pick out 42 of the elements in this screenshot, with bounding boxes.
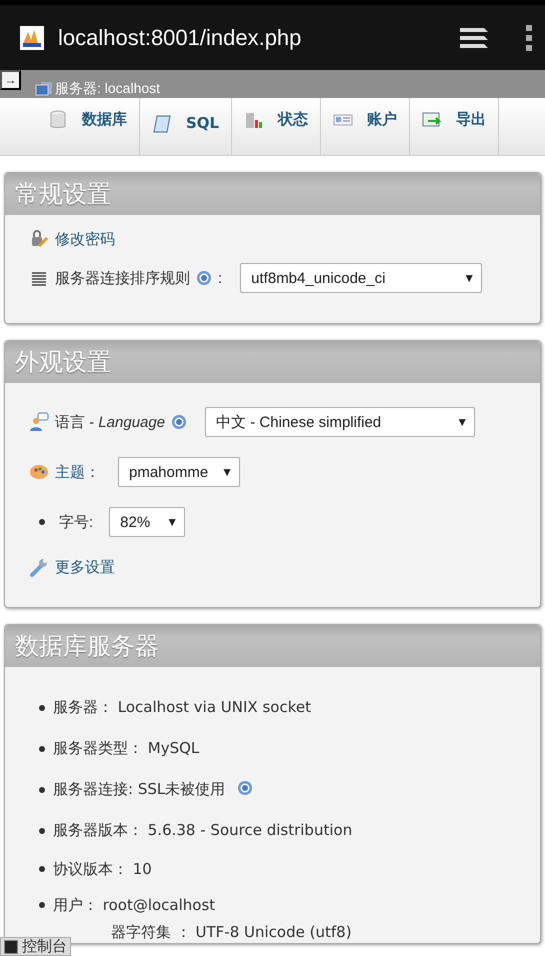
- panel-title: 外观设置: [5, 341, 540, 383]
- tab[interactable]: SQL: [140, 98, 232, 155]
- database-icon: [48, 110, 68, 130]
- tab[interactable]: 账户: [321, 98, 410, 155]
- help-icon[interactable]: [196, 270, 212, 286]
- dropdown[interactable]: 中文 - Chinese simplified ▼: [205, 407, 476, 437]
- dropdown[interactable]: pmahomme ▼: [118, 457, 240, 487]
- info-text: 服务器： Localhost via UNIX socket: [53, 698, 311, 717]
- colon: :: [218, 270, 222, 286]
- info-text: 器字符集 ： UTF-8 Unicode (utf8): [111, 923, 352, 942]
- panel-title: 常规设置: [5, 173, 540, 215]
- info-text: 服务器类型： MySQL: [53, 739, 200, 758]
- more-icon[interactable]: [525, 24, 533, 50]
- field-label: 字号:: [59, 512, 94, 532]
- palette-icon: [29, 462, 49, 482]
- scroll-icon: [152, 114, 172, 134]
- info-text: 服务器版本： 5.6.38 - Source distribution: [53, 821, 352, 840]
- panel-title: 数据库服务器: [5, 625, 540, 667]
- info-text: 协议版本： 10: [53, 860, 152, 878]
- dropdown[interactable]: utf8mb4_unicode_ci ▼: [240, 263, 482, 293]
- tabs-stack-icon[interactable]: [459, 26, 489, 50]
- info-text: 用户： root@localhost: [53, 896, 216, 914]
- app-logo-icon: [20, 26, 44, 50]
- info-text: 服务器连接: SSL未被使用: [53, 780, 226, 799]
- server-icon: [35, 81, 53, 97]
- person-speech-icon: [29, 412, 49, 432]
- lock-pen-icon: [29, 229, 49, 249]
- field-label[interactable]: 主题：: [55, 462, 100, 482]
- help-icon[interactable]: [171, 414, 188, 430]
- link[interactable]: 更多设置: [55, 558, 115, 576]
- link[interactable]: 修改密码: [55, 230, 115, 248]
- dropdown[interactable]: 82% ▼: [109, 507, 186, 537]
- chart-icon: [244, 110, 264, 130]
- tab[interactable]: 状态: [232, 98, 322, 155]
- console-tab[interactable]: 控制台: [0, 937, 71, 956]
- field-label: 服务器连接排序规则: [55, 268, 190, 288]
- wrench-icon: [29, 557, 49, 577]
- tab[interactable]: 数据库: [0, 98, 140, 155]
- help-icon[interactable]: [237, 780, 254, 796]
- field-label: 语言 - Language: [55, 412, 166, 432]
- collapse-button[interactable]: →: [0, 70, 21, 90]
- tab[interactable]: 导出: [410, 98, 500, 155]
